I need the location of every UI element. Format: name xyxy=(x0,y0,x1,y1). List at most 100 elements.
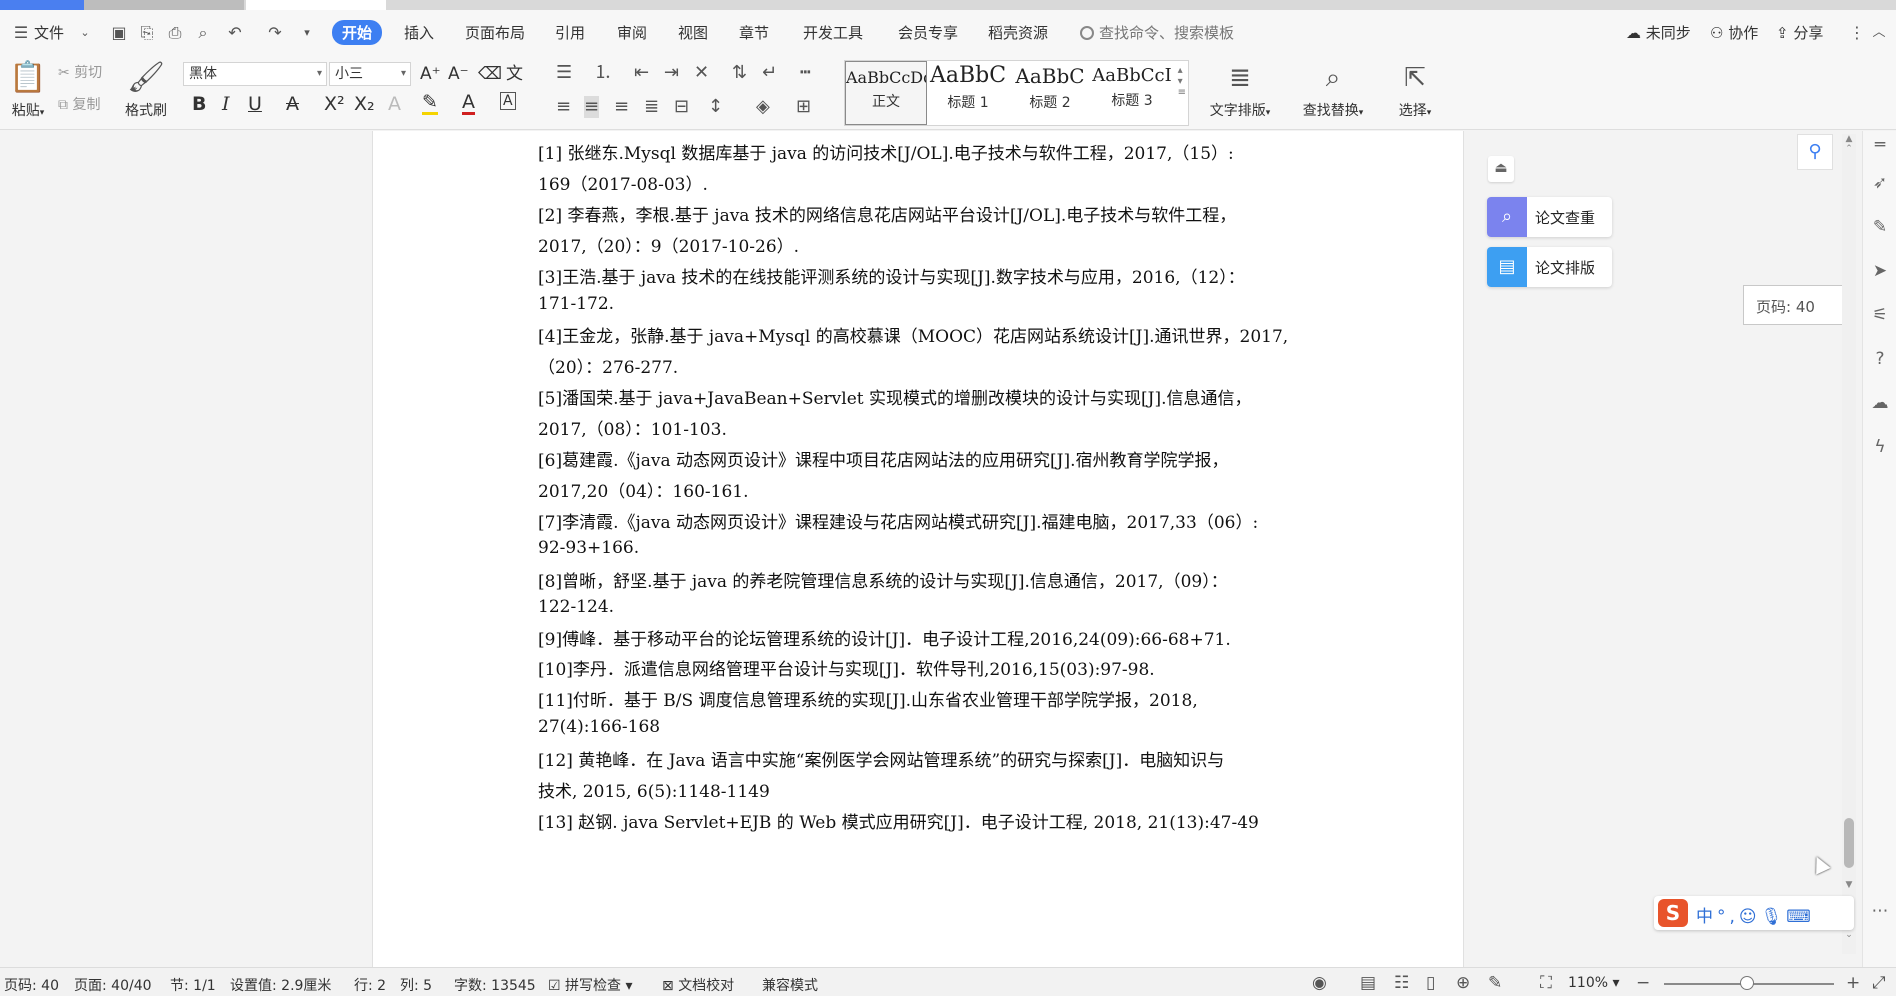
decrease-indent-icon[interactable]: ⇤ xyxy=(634,62,649,84)
borders-icon[interactable]: ⊞ xyxy=(796,96,811,118)
sogou-ime-toolbar[interactable]: S 中°,☺🎙⌨ xyxy=(1654,896,1854,930)
numbered-list-icon[interactable]: ⒈ xyxy=(594,62,612,84)
italic-icon[interactable]: I xyxy=(222,92,230,116)
cursor-icon[interactable]: ➤ xyxy=(1870,261,1890,281)
underline-icon[interactable]: U xyxy=(248,92,262,116)
text-effect-icon[interactable]: A xyxy=(388,92,401,116)
char-border-icon[interactable]: A xyxy=(500,92,516,110)
bold-icon[interactable]: B xyxy=(192,92,206,116)
align-left-icon[interactable]: ≡ xyxy=(556,96,571,118)
zoom-in-icon[interactable]: + xyxy=(1846,973,1860,993)
align-center-icon[interactable]: ≡ xyxy=(584,96,600,118)
tab-insert[interactable]: 插入 xyxy=(404,22,434,43)
file-menu[interactable]: 文件 xyxy=(34,22,64,43)
sort-icon[interactable]: ⇅ xyxy=(732,62,747,84)
status-page-number[interactable]: 页码: 40 xyxy=(4,975,59,995)
tab-home[interactable] xyxy=(0,0,84,10)
plagiarism-check-button[interactable]: ⌕ 论文查重 xyxy=(1487,197,1612,237)
distributed-icon[interactable]: ⊟ xyxy=(674,96,689,118)
sync-status[interactable]: ☁ 未同步 xyxy=(1626,22,1691,43)
align-right-icon[interactable]: ≡ xyxy=(614,96,629,118)
fit-page-icon[interactable]: ⛶ xyxy=(1540,973,1552,993)
status-page[interactable]: 页面: 40/40 xyxy=(74,975,152,995)
select-button[interactable]: ⇱ 选择▾ xyxy=(1390,56,1440,120)
style-heading-1[interactable]: AaBbC 标题 1 xyxy=(927,61,1009,125)
clear-format-icon[interactable]: ⌫ xyxy=(478,62,502,86)
subscript-icon[interactable]: X₂ xyxy=(354,92,375,116)
status-word-count[interactable]: 字数: 13545 xyxy=(454,975,536,995)
copy-button[interactable]: ⧉ 复制 xyxy=(58,94,100,114)
tab-docer-resources[interactable]: 稻壳资源 xyxy=(988,22,1048,43)
tab-stops-icon[interactable]: ┅ xyxy=(800,62,811,84)
show-hide-marks-icon[interactable]: ↵ xyxy=(762,62,777,84)
shrink-font-icon[interactable]: A⁻ xyxy=(448,62,469,86)
page-view-icon[interactable]: ▤ xyxy=(1360,973,1376,993)
fullscreen-icon[interactable]: ⤢ xyxy=(1872,973,1886,993)
hamburger-menu-icon[interactable]: ☰ xyxy=(10,22,32,44)
menu-lines-icon[interactable]: ═ xyxy=(1870,135,1890,155)
cut-button[interactable]: ✂ 剪切 xyxy=(58,62,102,82)
style-normal[interactable]: AaBbCcDd 正文 xyxy=(845,61,927,125)
zoom-out-icon[interactable]: − xyxy=(1636,973,1650,993)
zoom-slider-knob[interactable] xyxy=(1740,976,1754,990)
save-icon[interactable]: ▣ xyxy=(108,22,130,44)
reading-view-icon[interactable]: ▯ xyxy=(1426,973,1435,993)
collaborate-button[interactable]: ⚇ 协作 xyxy=(1710,22,1758,43)
share-button[interactable]: ⇪ 分享 xyxy=(1776,22,1823,43)
doc-proofread-button[interactable]: ⊠ 文档校对 xyxy=(662,975,734,995)
cloud-image-icon[interactable]: ☁ xyxy=(1870,393,1890,413)
font-size-select[interactable]: 小三 ▾ xyxy=(329,62,411,86)
page-up-icon[interactable]: ⌃ xyxy=(1842,144,1856,154)
page-down-icon[interactable]: ▼ xyxy=(1842,880,1856,890)
scrollbar-thumb[interactable] xyxy=(1844,818,1854,868)
tab-review[interactable]: 审阅 xyxy=(617,22,647,43)
bullet-list-icon[interactable]: ☰ xyxy=(556,62,572,84)
command-search[interactable]: 查找命令、搜索模板 xyxy=(1080,22,1234,43)
collapse-ribbon-icon[interactable]: ︿ xyxy=(1868,22,1890,44)
increase-indent-icon[interactable]: ⇥ xyxy=(664,62,679,84)
grow-font-icon[interactable]: A⁺ xyxy=(420,62,441,86)
tab-page-layout[interactable]: 页面布局 xyxy=(465,22,525,43)
spell-check-toggle[interactable]: ☑ 拼写检查 ▾ xyxy=(548,975,633,995)
tab-member[interactable]: 会员专享 xyxy=(898,22,958,43)
redo-icon[interactable]: ↷ xyxy=(264,22,286,44)
chevron-down-icon[interactable]: ⌄ xyxy=(74,22,96,44)
more-options-icon[interactable]: ⋮ xyxy=(1846,22,1868,44)
tab-start[interactable]: 开始 xyxy=(332,20,383,45)
more-icon[interactable]: ⋯ xyxy=(1870,901,1890,921)
adjust-icon[interactable]: ⚟ xyxy=(1870,305,1890,325)
tab-other-doc[interactable] xyxy=(84,0,244,10)
outline-view-icon[interactable]: ☷ xyxy=(1394,973,1409,993)
location-pin-icon[interactable]: ⚲ xyxy=(1797,134,1833,170)
web-view-icon[interactable]: ⊕ xyxy=(1456,973,1470,993)
tab-developer[interactable]: 开发工具 xyxy=(803,22,863,43)
font-name-select[interactable]: 黑体 ▾ xyxy=(183,62,327,86)
export-pdf-icon[interactable]: ⎘ xyxy=(136,22,158,44)
text-layout-button[interactable]: ≣ 文字排版▾ xyxy=(1206,56,1274,120)
scroll-up-icon[interactable]: ▲ xyxy=(1842,134,1856,144)
status-section[interactable]: 节: 1/1 xyxy=(170,975,216,995)
font-color-icon[interactable]: A xyxy=(462,92,475,115)
superscript-icon[interactable]: X² xyxy=(324,92,345,116)
highlight-icon[interactable]: ✎ xyxy=(422,92,438,115)
pen-icon[interactable]: ✎ xyxy=(1870,217,1890,237)
zoom-level[interactable]: 110% ▾ xyxy=(1568,975,1620,991)
rocket-icon[interactable]: ➶ xyxy=(1870,173,1890,193)
quick-access-more-icon[interactable]: ▾ xyxy=(296,22,318,44)
tab-current-doc[interactable] xyxy=(246,0,386,10)
lightning-icon[interactable]: ϟ xyxy=(1870,437,1890,457)
collapse-panel-icon[interactable]: ⏏ xyxy=(1488,156,1514,182)
phonetic-guide-icon[interactable]: 文 xyxy=(506,62,523,86)
find-replace-button[interactable]: ⌕ 查找替换▾ xyxy=(1296,56,1370,120)
justify-icon[interactable]: ≣ xyxy=(644,96,659,118)
status-setting[interactable]: 设置值: 2.9厘米 xyxy=(230,975,331,995)
document-page[interactable]: [1] 张继东.Mysql 数据库基于 java 的访问技术[J/OL].电子技… xyxy=(372,131,1464,967)
line-spacing-icon[interactable]: ↕ xyxy=(708,96,723,118)
eye-protection-icon[interactable]: ◉ xyxy=(1312,973,1327,993)
vertical-scrollbar[interactable]: ▲ ⌃ ▼ ⌃ ⌄ xyxy=(1842,134,1856,954)
chinese-layout-icon[interactable]: ✕ xyxy=(694,62,709,84)
help-icon[interactable]: ? xyxy=(1870,349,1890,369)
print-icon[interactable]: ⎙ xyxy=(164,22,186,44)
strikethrough-icon[interactable]: A xyxy=(286,92,299,116)
next-page-icon[interactable]: ⌄ xyxy=(1842,930,1856,940)
